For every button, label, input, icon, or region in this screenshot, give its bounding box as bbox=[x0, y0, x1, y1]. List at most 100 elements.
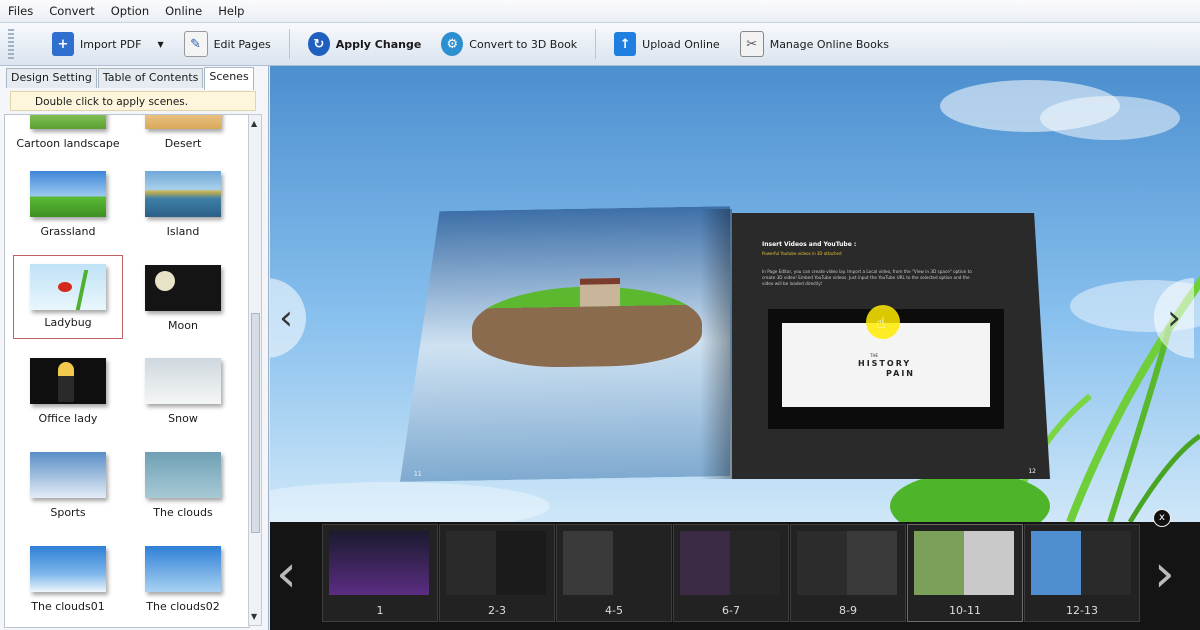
page-heading: Insert Videos and YouTube : bbox=[762, 241, 857, 248]
scene-label: Moon bbox=[168, 319, 198, 332]
menu-files[interactable]: Files bbox=[0, 4, 41, 18]
video-title-small: THE bbox=[870, 353, 878, 358]
page-body-text: In Page Editor, you can create video lay… bbox=[762, 269, 972, 286]
chevron-left-icon: ‹ bbox=[279, 298, 293, 338]
menu-convert[interactable]: Convert bbox=[41, 4, 102, 18]
convert-3d-button[interactable]: ⚙ Convert to 3D Book bbox=[431, 27, 587, 61]
page-thumb-image bbox=[680, 531, 780, 595]
scene-thumbnail bbox=[30, 546, 106, 592]
scene-the-clouds[interactable]: The clouds bbox=[128, 452, 238, 519]
scene-thumbnail bbox=[30, 171, 106, 217]
pdf-icon: + bbox=[52, 32, 74, 56]
strip-next-button[interactable]: › bbox=[1154, 548, 1175, 600]
scene-desert[interactable]: Desert bbox=[128, 115, 238, 150]
book-left-page[interactable]: 11 bbox=[400, 206, 730, 482]
page-thumb-6-7[interactable]: 6-7 bbox=[673, 524, 789, 622]
scene-label: Ladybug bbox=[44, 316, 92, 329]
house-image bbox=[580, 278, 620, 307]
page-thumb-8-9[interactable]: 8-9 bbox=[790, 524, 906, 622]
office-lady-figure bbox=[58, 362, 74, 402]
hand-cursor-icon: ☝ bbox=[876, 313, 886, 332]
scene-thumbnail bbox=[145, 546, 221, 592]
scene-sports[interactable]: Sports bbox=[13, 452, 123, 519]
page-thumb-image bbox=[329, 531, 429, 595]
page-thumb-label: 4-5 bbox=[605, 604, 623, 617]
left-panel: Design Setting Table of Contents Scenes … bbox=[0, 66, 269, 630]
scrollbar-thumb[interactable] bbox=[251, 313, 260, 533]
edit-pages-icon: ✎ bbox=[183, 31, 208, 57]
tab-table-of-contents[interactable]: Table of Contents bbox=[97, 68, 204, 88]
video-title-2: PAIN bbox=[886, 369, 915, 378]
scene-cartoon-landscape[interactable]: Cartoon landscape bbox=[13, 115, 123, 150]
page-thumb-10-11[interactable]: 10-11 bbox=[907, 524, 1023, 622]
toolbar-grip[interactable] bbox=[8, 29, 14, 59]
manage-books-icon: ✂ bbox=[739, 31, 764, 57]
edit-pages-label: Edit Pages bbox=[213, 37, 271, 51]
book-right-page[interactable]: Insert Videos and YouTube : Powerful You… bbox=[732, 213, 1050, 479]
strip-prev-button[interactable]: ‹ bbox=[276, 548, 297, 600]
page-thumb-label: 6-7 bbox=[722, 604, 740, 617]
scene-label: Sports bbox=[50, 506, 86, 519]
manage-online-button[interactable]: ✂ Manage Online Books bbox=[730, 27, 899, 61]
page-thumbnail-strip: ‹ › 1 2-3 4-5 6-7 8-9 10-11 12-13 x bbox=[270, 509, 1200, 630]
apply-change-button[interactable]: ↻ Apply Change bbox=[298, 27, 432, 61]
right-page-number: 12 bbox=[1028, 468, 1036, 475]
scene-label: Cartoon landscape bbox=[16, 137, 120, 150]
scene-thumbnail bbox=[30, 115, 106, 129]
chevron-down-icon[interactable]: ▼ bbox=[157, 40, 163, 49]
scene-the-clouds02[interactable]: The clouds02 bbox=[128, 546, 238, 613]
menu-option[interactable]: Option bbox=[103, 4, 157, 18]
embedded-video[interactable]: THE HISTORY PAIN ☝ bbox=[768, 305, 1004, 429]
scene-ladybug[interactable]: Ladybug bbox=[13, 255, 123, 339]
scene-moon[interactable]: Moon bbox=[128, 265, 238, 332]
scroll-down-icon[interactable]: ▼ bbox=[251, 612, 257, 621]
grass-blade bbox=[1107, 325, 1173, 522]
scene-label: Office lady bbox=[38, 412, 98, 425]
scene-snow[interactable]: Snow bbox=[128, 358, 238, 425]
scene-the-clouds01[interactable]: The clouds01 bbox=[13, 546, 123, 613]
scene-label: The clouds bbox=[153, 506, 213, 519]
scene-label: The clouds02 bbox=[146, 600, 220, 613]
scene-label: Island bbox=[166, 225, 200, 238]
book-preview-stage: 11 Insert Videos and YouTube : Powerful … bbox=[270, 66, 1200, 522]
scroll-up-icon[interactable]: ▲ bbox=[251, 119, 257, 128]
toolbar-separator bbox=[288, 29, 290, 59]
page-thumb-image bbox=[914, 531, 1014, 595]
flip-book[interactable]: 11 Insert Videos and YouTube : Powerful … bbox=[400, 209, 1050, 484]
menu-online[interactable]: Online bbox=[157, 4, 210, 18]
import-pdf-label: Import PDF bbox=[80, 37, 142, 51]
tab-design-setting[interactable]: Design Setting bbox=[6, 68, 97, 88]
upload-online-button[interactable]: ↑ Upload Online bbox=[604, 27, 730, 61]
scene-office-lady[interactable]: Office lady bbox=[13, 358, 123, 425]
upload-online-label: Upload Online bbox=[642, 37, 720, 51]
scene-label: Snow bbox=[168, 412, 198, 425]
apply-change-label: Apply Change bbox=[335, 37, 422, 51]
edit-pages-button[interactable]: ✎ Edit Pages bbox=[174, 27, 281, 61]
ladybug-icon bbox=[58, 282, 72, 292]
scene-grassland[interactable]: Grassland bbox=[13, 171, 123, 238]
manage-online-label: Manage Online Books bbox=[769, 37, 889, 51]
panel-tabs: Design Setting Table of Contents Scenes bbox=[6, 67, 255, 90]
scene-list: Cartoon landscape Desert Grassland Islan… bbox=[4, 114, 250, 628]
scene-thumbnail bbox=[30, 452, 106, 498]
close-strip-button[interactable]: x bbox=[1153, 509, 1171, 527]
scene-island[interactable]: Island bbox=[128, 171, 238, 238]
moon-icon bbox=[155, 271, 175, 291]
cloud bbox=[1040, 96, 1180, 140]
import-pdf-button[interactable]: + Import PDF ▼ bbox=[42, 27, 174, 61]
grass-icon bbox=[75, 270, 89, 310]
page-thumb-2-3[interactable]: 2-3 bbox=[439, 524, 555, 622]
refresh-icon: ↻ bbox=[307, 32, 330, 56]
page-thumb-image bbox=[563, 531, 663, 595]
upload-arrow-icon: ↑ bbox=[614, 32, 637, 56]
page-thumb-4-5[interactable]: 4-5 bbox=[556, 524, 672, 622]
page-thumb-1[interactable]: 1 bbox=[322, 524, 438, 622]
scene-label: Desert bbox=[164, 137, 202, 150]
tab-scenes[interactable]: Scenes bbox=[204, 67, 254, 90]
menu-help[interactable]: Help bbox=[210, 4, 252, 18]
video-title-1: HISTORY bbox=[858, 359, 912, 368]
page-thumb-image bbox=[1031, 531, 1131, 595]
scene-list-scrollbar[interactable]: ▲ ▼ bbox=[248, 114, 262, 626]
page-thumb-12-13[interactable]: 12-13 bbox=[1024, 524, 1140, 622]
page-thumb-image bbox=[446, 531, 546, 595]
